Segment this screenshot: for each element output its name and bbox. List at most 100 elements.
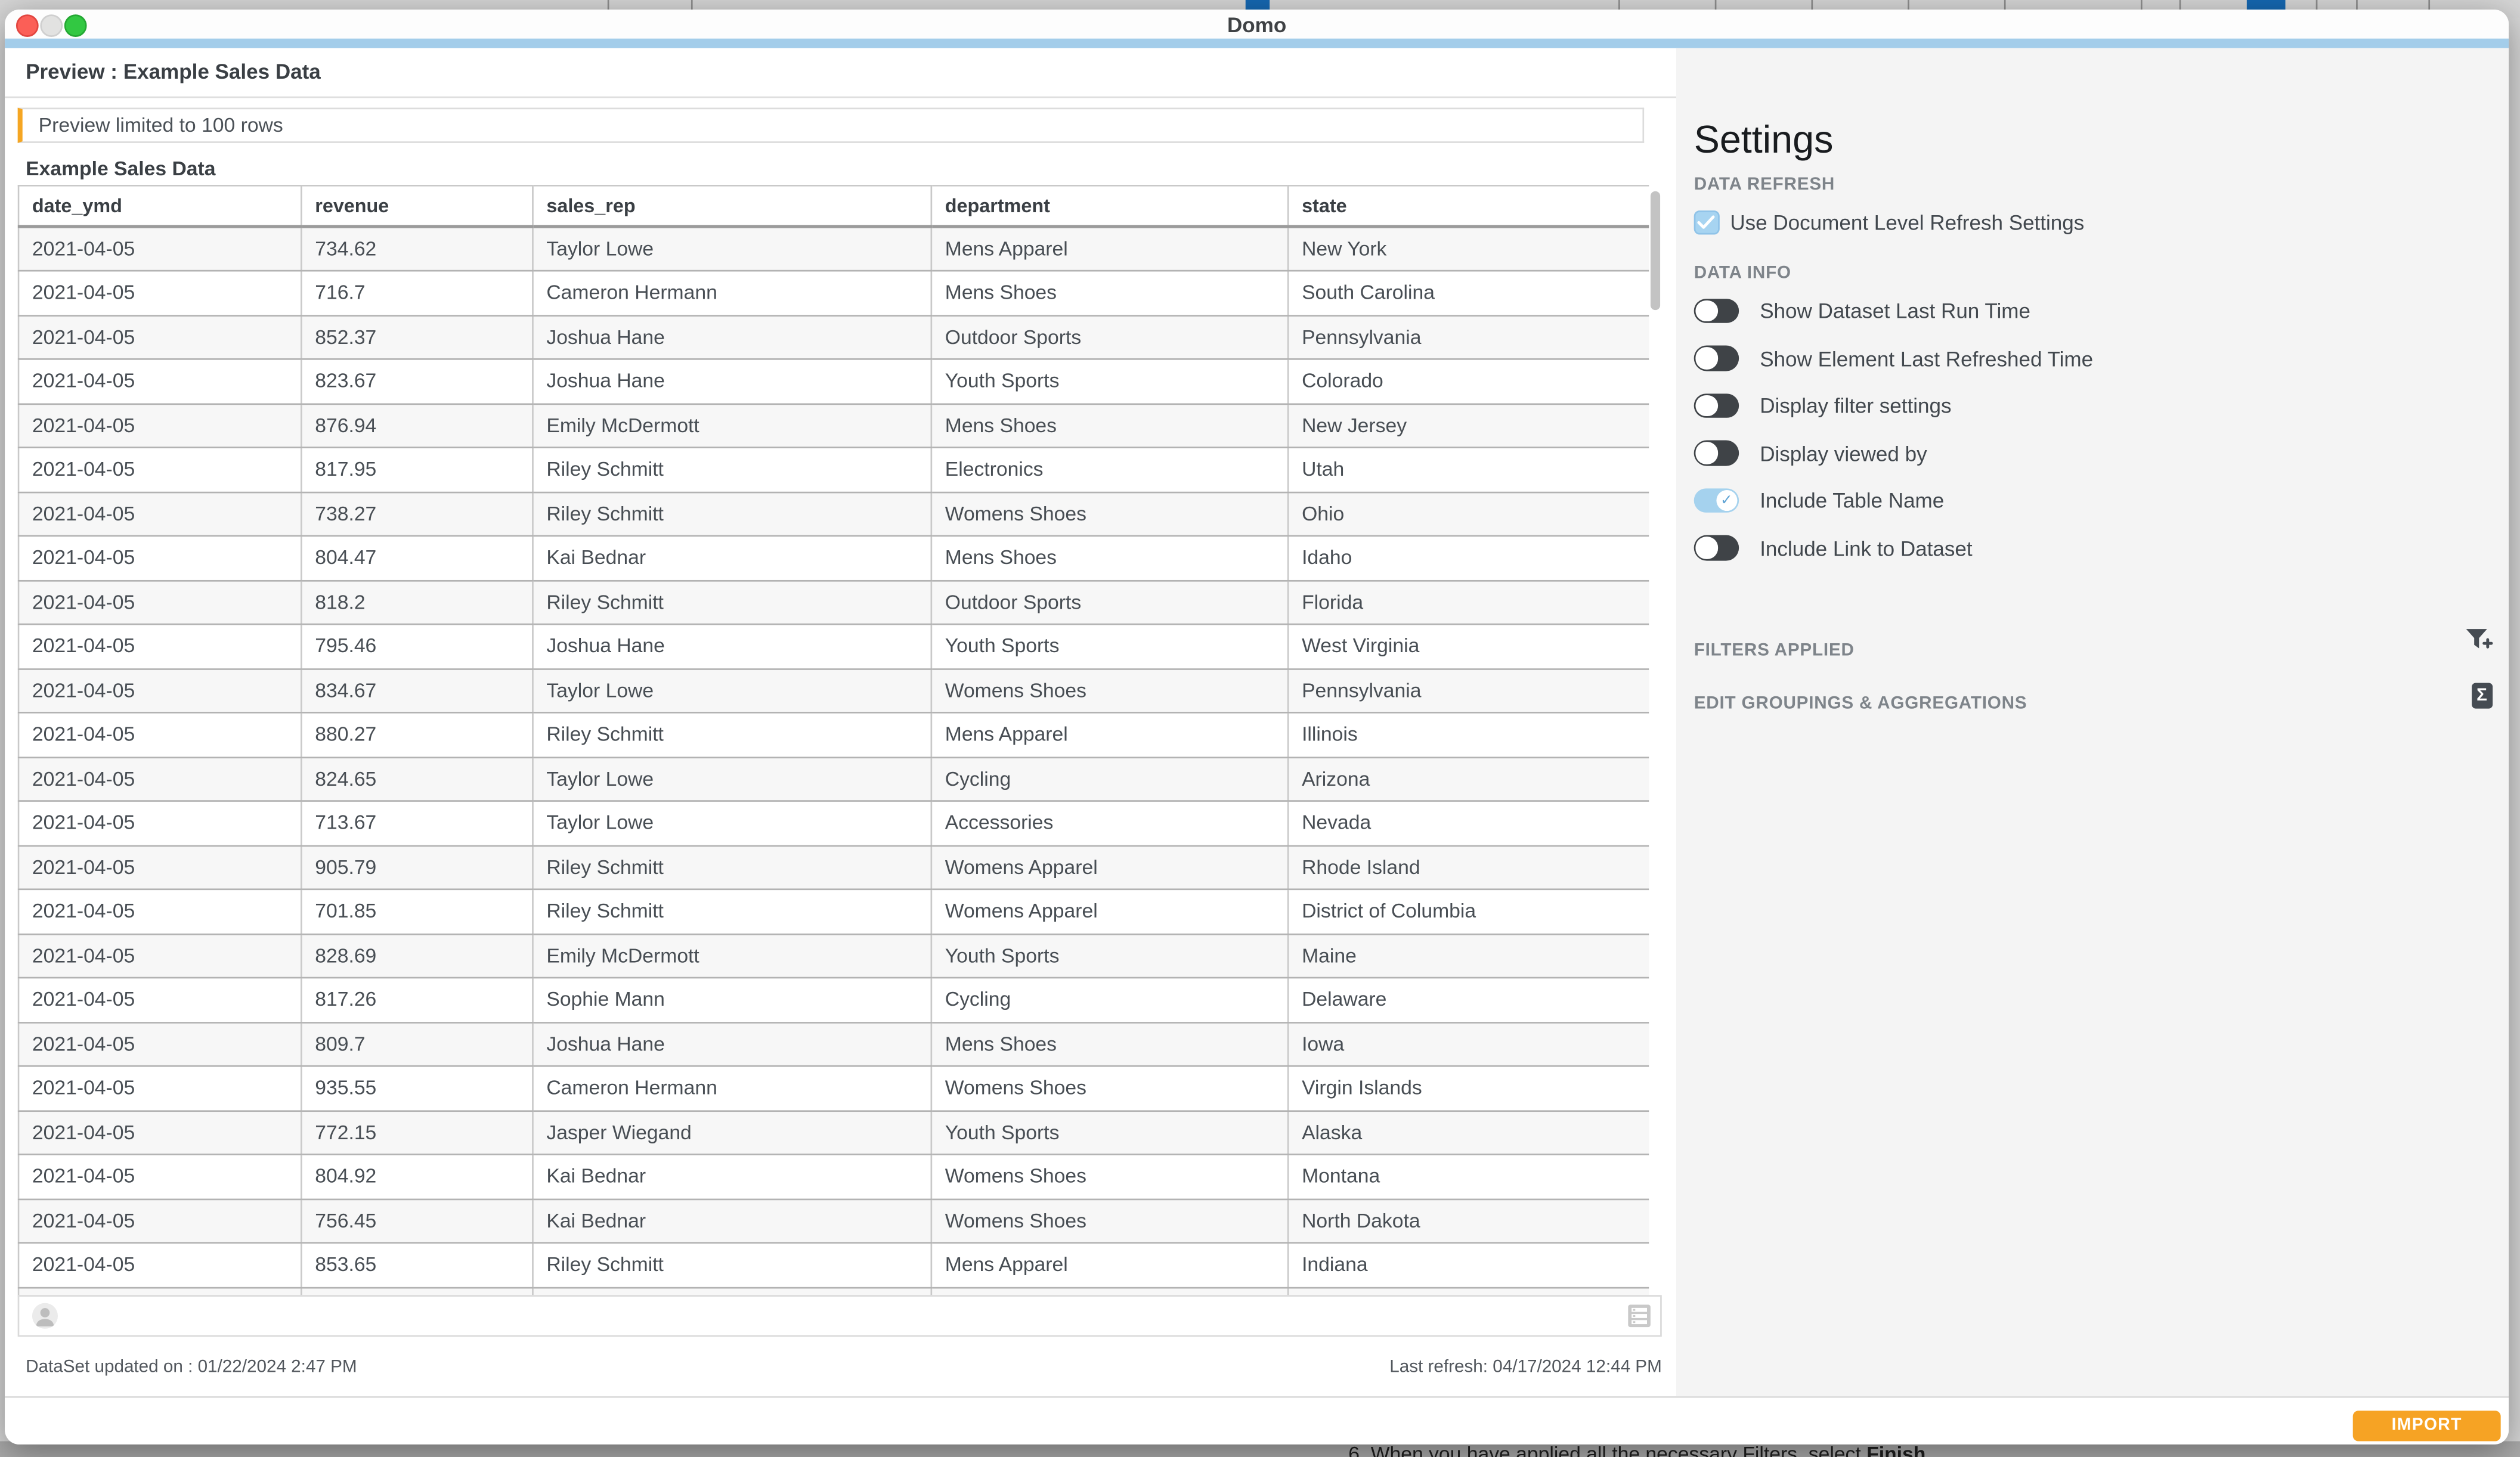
table-row: 2021-04-05824.65Taylor LoweCyclingArizon… <box>18 757 1649 801</box>
table-row: 2021-04-05818.2Riley SchmittOutdoor Spor… <box>18 580 1649 624</box>
table-row: 2021-04-05716.7Cameron HermannMens Shoes… <box>18 271 1649 315</box>
table-cell: 2021-04-05 <box>18 1066 301 1110</box>
table-cell: 772.15 <box>301 1110 533 1154</box>
table-row: 2021-04-05935.55Cameron HermannWomens Sh… <box>18 1066 1649 1110</box>
table-cell: 2021-04-05 <box>18 845 301 889</box>
table-cell: Utah <box>1288 448 1649 492</box>
table-cell: Joshua Hane <box>533 315 931 359</box>
table-row: 2021-04-05852.37Joshua HaneOutdoor Sport… <box>18 315 1649 359</box>
person-icon <box>32 1303 58 1329</box>
preview-table-container: date_ymdrevenuesales_repdepartmentstate … <box>18 184 1649 1297</box>
document-refresh-checkbox[interactable] <box>1694 210 1719 235</box>
table-cell: Maine <box>1288 934 1649 978</box>
accent-strip <box>5 39 2509 48</box>
background-tutorial-text: 6. When you have applied all the necessa… <box>1348 1443 1931 1457</box>
table-cell: New Jersey <box>1288 403 1649 447</box>
toggle-switch[interactable] <box>1694 346 1739 371</box>
table-body: 2021-04-05734.62Taylor LoweMens ApparelN… <box>18 226 1649 1297</box>
toggle-row: Show Element Last Refreshed Time <box>1694 345 2093 371</box>
table-cell: 2021-04-05 <box>18 403 301 447</box>
table-cell: Youth Sports <box>931 359 1288 403</box>
table-cell: Jasper Wiegand <box>533 1110 931 1154</box>
table-cell: 2021-04-05 <box>18 978 301 1022</box>
table-cell: 876.94 <box>301 403 533 447</box>
table-cell: New York <box>1288 226 1649 271</box>
table-cell: Kai Bednar <box>533 1154 931 1198</box>
table-cell: Riley Schmitt <box>533 580 931 624</box>
table-cell: Riley Schmitt <box>533 492 931 536</box>
table-cell: Virgin Islands <box>1288 1066 1649 1110</box>
table-cell: Riley Schmitt <box>533 845 931 889</box>
table-row: 2021-04-05809.7Joshua HaneMens ShoesIowa <box>18 1022 1649 1066</box>
import-dataset-button[interactable]: IMPORT DATASET <box>2353 1410 2501 1441</box>
table-row: 2021-04-05804.47Kai BednarMens ShoesIdah… <box>18 536 1649 580</box>
edit-groupings-button[interactable]: Σ <box>2471 683 2493 708</box>
column-header-revenue: revenue <box>301 185 533 226</box>
table-cell: 2021-04-05 <box>18 315 301 359</box>
toggle-knob <box>1695 395 1717 416</box>
table-cell: 2021-04-05 <box>18 1199 301 1243</box>
table-cell: 834.67 <box>301 668 533 712</box>
toggle-switch[interactable] <box>1694 299 1739 324</box>
table-row: 2021-04-05804.92Kai BednarWomens ShoesMo… <box>18 1154 1649 1198</box>
table-cell: Mens Shoes <box>931 536 1288 580</box>
toggle-switch[interactable]: ✓ <box>1694 488 1739 513</box>
toggle-row: Include Link to Dataset <box>1694 535 1973 560</box>
table-cell: North Dakota <box>1288 1199 1649 1243</box>
table-cell: 804.92 <box>301 1154 533 1198</box>
preview-limit-notice: Preview limited to 100 rows <box>18 108 1644 143</box>
table-cell: Joshua Hane <box>533 359 931 403</box>
table-cell: Kai Bednar <box>533 1199 931 1243</box>
toggle-switch[interactable] <box>1694 441 1739 466</box>
table-cell: 713.67 <box>301 801 533 845</box>
filter-plus-icon <box>2464 625 2494 655</box>
table-cell: Womens Shoes <box>931 1154 1288 1198</box>
toggle-switch[interactable] <box>1694 393 1739 418</box>
table-cell: 2021-04-05 <box>18 712 301 757</box>
table-cell: Emily McDermott <box>533 403 931 447</box>
table-cell: 2021-04-05 <box>18 492 301 536</box>
table-cell: Riley Schmitt <box>533 889 931 934</box>
table-cell: 809.7 <box>301 1022 533 1066</box>
table-cell: Womens Apparel <box>931 889 1288 934</box>
table-cell: Mens Shoes <box>931 1022 1288 1066</box>
toggle-knob-checked-icon: ✓ <box>1716 489 1737 511</box>
column-header-department: department <box>931 185 1288 226</box>
list-view-icon[interactable] <box>1628 1304 1651 1327</box>
table-cell: Cameron Hermann <box>533 1066 931 1110</box>
toggle-label: Show Element Last Refreshed Time <box>1760 346 2093 370</box>
table-cell: 828.69 <box>301 934 533 978</box>
dataset-updated-text: DataSet updated on : 01/22/2024 2:47 PM <box>26 1357 357 1377</box>
table-cell: 804.47 <box>301 536 533 580</box>
table-cell: 823.67 <box>301 359 533 403</box>
table-cell: Mens Apparel <box>931 226 1288 271</box>
column-header-date_ymd: date_ymd <box>18 185 301 226</box>
table-cell: 2021-04-05 <box>18 226 301 271</box>
toggle-switch[interactable] <box>1694 535 1739 560</box>
section-label-data-info: DATA INFO <box>1694 263 1791 282</box>
table-cell: Iowa <box>1288 1022 1649 1066</box>
table-cell: Kai Bednar <box>533 536 931 580</box>
section-label-edit-groupings: EDIT GROUPINGS & AGGREGATIONS <box>1694 693 2027 712</box>
table-row: 2021-04-05795.46Joshua HaneYouth SportsW… <box>18 624 1649 668</box>
table-cell: Taylor Lowe <box>533 801 931 845</box>
table-cell: Pennsylvania <box>1288 668 1649 712</box>
table-row: 2021-04-05876.94Emily McDermottMens Shoe… <box>18 403 1649 447</box>
table-cell: 716.7 <box>301 271 533 315</box>
table-cell: Taylor Lowe <box>533 757 931 801</box>
table-cell: Outdoor Sports <box>931 315 1288 359</box>
table-cell: Youth Sports <box>931 934 1288 978</box>
toggle-row: ✓ Include Table Name <box>1694 488 1945 513</box>
toggle-label: Show Dataset Last Run Time <box>1760 299 2030 323</box>
table-cell: Sophie Mann <box>533 978 931 1022</box>
table-cell: 905.79 <box>301 845 533 889</box>
toggle-knob <box>1695 537 1717 559</box>
table-scrollbar-thumb[interactable] <box>1650 191 1661 310</box>
table-cell: Delaware <box>1288 978 1649 1022</box>
toggle-label: Include Table Name <box>1760 488 1944 512</box>
table-cell: Mens Shoes <box>931 403 1288 447</box>
add-filter-button[interactable] <box>2464 625 2494 664</box>
checkbox-check-icon <box>1698 215 1716 229</box>
table-row: 2021-04-05817.95Riley SchmittElectronics… <box>18 448 1649 492</box>
table-cell: Youth Sports <box>931 624 1288 668</box>
